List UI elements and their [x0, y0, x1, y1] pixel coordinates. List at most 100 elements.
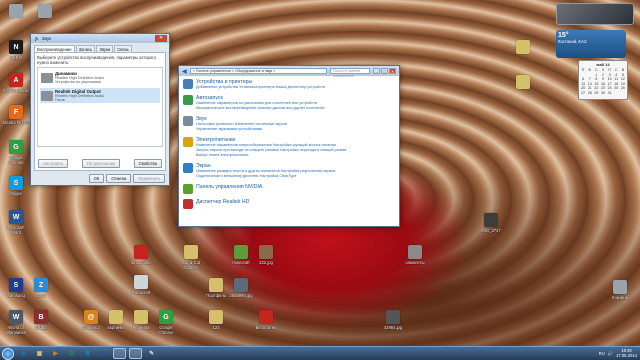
desktop-icon[interactable]: G Google Chrome [153, 310, 179, 344]
desktop-icon[interactable]: Robocraft [128, 275, 154, 309]
photo-gadget[interactable] [556, 3, 634, 25]
language-indicator[interactable]: RU [599, 351, 605, 356]
apply-button[interactable]: Применить [133, 174, 165, 183]
calendar-day: 29 [594, 90, 599, 95]
clock[interactable]: 18:46 17.05.2014 [616, 348, 637, 358]
minimize-icon[interactable]: – [373, 68, 380, 74]
desktop-icon[interactable]: IMG_3747 [478, 213, 504, 247]
taskbar-app-chrome-icon[interactable]: G [65, 348, 78, 359]
category-item[interactable]: Диспетчер Realtek HD [183, 199, 395, 209]
close-icon[interactable]: ✕ [389, 68, 396, 74]
desktop-icon[interactable]: ramazanfix [128, 245, 154, 279]
desktop-icon[interactable]: 123 [203, 310, 229, 344]
category-links[interactable]: Настройка громкости Изменение системных … [196, 122, 287, 132]
calendar-day: 8 [595, 77, 598, 81]
desktop-icon[interactable] [510, 75, 536, 109]
category-item[interactable]: Экран Изменение размера текста и других э… [183, 163, 395, 179]
desktop-icon[interactable]: Портфель [203, 278, 229, 312]
calendar-day: 20 [581, 86, 586, 90]
desktop-icon[interactable] [3, 4, 29, 38]
category-item[interactable]: Устройства и принтеры Добавление устройст… [183, 79, 395, 90]
desktop-icon[interactable]: W World of Warplanes [3, 310, 29, 344]
desktop-icon[interactable]: N NERO [3, 40, 29, 74]
firefox-icon: F [9, 105, 23, 119]
desktop-icon[interactable]: 42984.jpg [380, 310, 406, 344]
calendar-day: 30 [600, 90, 605, 95]
speakers-icon [41, 72, 53, 83]
calendar-gadget[interactable]: май 14 П В С Ч П С В 1 2 3 4 5 6 7 8 9 10 11 12 13 14 15 16 17 1… [578, 60, 628, 100]
properties-button[interactable]: Свойства [133, 159, 162, 168]
calendar-day: П [608, 68, 611, 72]
desktop-icon[interactable]: B ВКДЕ! [28, 310, 54, 344]
app-icon [259, 310, 273, 324]
desktop-icon[interactable]: 2555990.jpg [228, 278, 254, 312]
maximize-icon[interactable]: □ [381, 68, 388, 74]
desktop-icon[interactable]: Чернила [128, 310, 154, 344]
taskbar-app-control-panel-icon[interactable]: ◧ [113, 348, 126, 359]
calendar-day: 26 [620, 86, 625, 90]
search-input[interactable]: Поиск в панели управления [330, 68, 370, 78]
category-links[interactable]: Изменение параметров энергосбережения На… [196, 143, 346, 158]
folder-icon [209, 278, 223, 292]
playback-hint: Выберите устройство воспроизведения, пар… [37, 55, 156, 65]
image-icon [484, 213, 498, 227]
desktop-icon[interactable]: картинки [103, 310, 129, 344]
volume-icon[interactable]: 🔊 [608, 351, 613, 357]
desktop-icon[interactable]: @ magnifico [78, 310, 104, 344]
desktop-icon[interactable]: minecraft [228, 245, 254, 279]
calendar-day: 27 [581, 90, 586, 95]
ok-button[interactable]: ОК [88, 174, 105, 183]
dialog-footer: ОК Отмена Применить [88, 174, 165, 183]
category-links[interactable]: Добавление устройства Установка принтера… [196, 85, 325, 90]
category-title[interactable]: Диспетчер Realtek HD [196, 199, 249, 205]
desktop-icon[interactable]: Z Zona [28, 278, 54, 312]
set-default-button[interactable]: По умолчанию [81, 159, 121, 168]
desktop-icon[interactable]: G Google Chrome [3, 140, 29, 174]
desktop-icon[interactable]: Cut & Cut Games [178, 245, 204, 279]
desktop-icon[interactable]: S Samsung [3, 278, 29, 312]
category-links[interactable]: Изменение размера текста и других элемен… [196, 169, 335, 179]
app-icon: B [34, 310, 48, 324]
calendar-day [580, 73, 586, 77]
category-item[interactable]: Звук Настройка громкости Изменение систем… [183, 116, 395, 132]
desktop-icon[interactable]: W Microsoft Word [3, 210, 29, 244]
taskbar-app-skype-icon[interactable]: S [81, 348, 94, 359]
calendar-day: 4 [615, 72, 618, 77]
calendar-day: 11 [614, 77, 619, 81]
calendar-day: 16 [600, 81, 605, 86]
category-item[interactable]: Панель управления NVIDIA [183, 184, 395, 194]
taskbar-app-paint-icon[interactable]: ✎ [145, 348, 158, 359]
calendar-day: П [581, 68, 585, 72]
address-bar[interactable]: « Панель управления » Оборудование и зву… [189, 68, 327, 74]
taskbar-app-word-icon[interactable]: W [97, 348, 110, 359]
category-item[interactable]: Электропитание Изменение параметров энерг… [183, 137, 395, 158]
calendar-day: 23 [600, 86, 605, 90]
category-title[interactable]: Панель управления NVIDIA [196, 184, 262, 190]
calendar-day: 12 [620, 77, 625, 81]
desktop-icon[interactable]: Корзина [607, 280, 633, 314]
start-button[interactable] [2, 347, 14, 360]
speaker-icon: 🔈 [34, 35, 40, 41]
desktop-icon[interactable]: S Skype [3, 176, 29, 210]
desktop-icon[interactable]: A Adobe Reader [2, 73, 30, 107]
weather-gadget[interactable]: 15° Костанай, KAZ [556, 30, 626, 58]
desktop-icon[interactable]: 222.jpg [253, 245, 279, 279]
cancel-button[interactable]: Отмена [106, 174, 132, 183]
device-item[interactable]: Realtek Digital Output Realtek High Defi… [40, 88, 160, 103]
desktop-icon[interactable]: F Mozilla Firefox [3, 105, 30, 139]
taskbar-app-explorer-icon[interactable]: ▣ [33, 348, 46, 359]
back-icon[interactable]: ◀ [182, 68, 187, 75]
calendar-day: 15 [594, 81, 599, 86]
sound-dialog-titlebar[interactable]: 🔈 Звук [31, 34, 169, 43]
taskbar-app-media-icon[interactable]: ▶ [49, 348, 62, 359]
taskbar-app-ie-icon[interactable]: e [17, 348, 30, 359]
close-icon[interactable]: ✕ [155, 35, 167, 42]
desktop-icon[interactable]: самолеты [402, 245, 428, 279]
device-item[interactable]: Динамики Realtek High Definition Audio У… [40, 70, 160, 85]
taskbar-app-sound-icon[interactable]: ♪ [129, 348, 142, 359]
configure-button[interactable]: Настроить [38, 159, 69, 168]
desktop-icon[interactable] [510, 40, 536, 74]
desktop-icon[interactable]: Бесплатно [253, 310, 279, 344]
category-item[interactable]: Автозапуск Изменение параметров по умолча… [183, 95, 395, 111]
category-links[interactable]: Изменение параметров по умолчанию для но… [196, 101, 325, 111]
